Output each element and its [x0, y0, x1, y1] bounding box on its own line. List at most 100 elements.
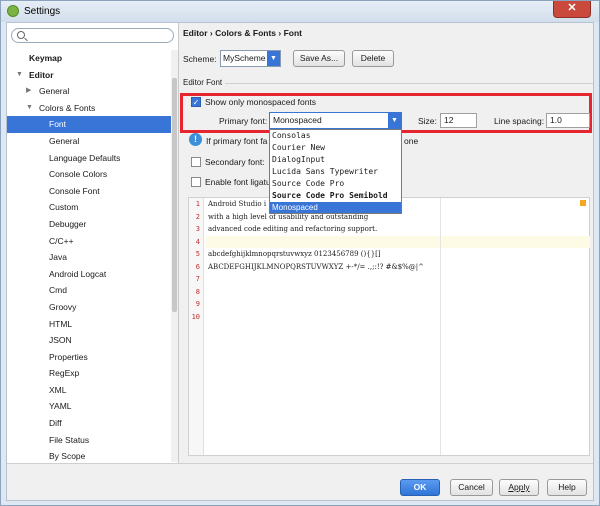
sidebar-item[interactable]: ▼ Editor [7, 67, 171, 84]
fallback-info-text-end: one [404, 136, 419, 146]
right-margin-guide [440, 198, 441, 455]
code-line: advanced code editing and refactoring su… [208, 225, 378, 233]
sidebar-item[interactable]: File Status [7, 432, 171, 449]
chevron-down-icon[interactable]: ▼ [388, 113, 401, 128]
sidebar-item[interactable]: Groovy [7, 299, 171, 316]
monospaced-label: Show only monospaced fonts [205, 97, 317, 107]
preview-code: Android Studio i with a high level of usa… [206, 198, 590, 323]
dialog-body: Keymap ▼ Editor ▶ General ▼ Colors & Fonts Font… [6, 22, 594, 501]
line-spacing-label: Line spacing: [494, 116, 545, 126]
settings-sidebar: Keymap ▼ Editor ▶ General ▼ Colors & Fonts Font… [7, 23, 179, 463]
scheme-value: MyScheme [223, 53, 266, 63]
sidebar-item-label: Java [49, 252, 67, 263]
sidebar-item-label: File Status [49, 434, 90, 445]
size-field[interactable]: 12 [440, 113, 477, 128]
sidebar-item[interactable]: Custom [7, 199, 171, 216]
sidebar-item[interactable]: HTML [7, 316, 171, 333]
search-field[interactable] [11, 28, 174, 43]
font-preview-editor[interactable]: 1 2 3 4 5 6 7 8 9 10 Android Studio i with a high … [188, 197, 590, 456]
font-option[interactable]: Source Code Pro [270, 178, 401, 190]
sidebar-item-label: RegExp [49, 368, 80, 379]
sidebar-item[interactable]: JSON [7, 332, 171, 349]
sidebar-item-label: Groovy [49, 301, 77, 312]
code-line [206, 235, 590, 248]
primary-font-select[interactable]: Monospaced ▼ [269, 112, 402, 129]
sidebar-item-label: JSON [49, 335, 72, 346]
sidebar-item[interactable]: Console Font [7, 183, 171, 200]
search-icon [17, 31, 25, 39]
expand-arrow-icon[interactable]: ▼ [16, 67, 23, 84]
secondary-font-label: Secondary font: [205, 157, 265, 167]
sidebar-item-label: Console Font [49, 185, 100, 196]
scheme-label: Scheme: [183, 54, 217, 64]
line-number: 3 [195, 225, 200, 233]
sidebar-item[interactable]: ▼ Colors & Fonts [7, 100, 171, 117]
sidebar-item[interactable]: Properties [7, 349, 171, 366]
sidebar-item[interactable]: Language Defaults [7, 150, 171, 167]
sidebar-item[interactable]: RegExp [7, 365, 171, 382]
ok-button[interactable]: OK [400, 479, 440, 496]
line-number: 1 [195, 200, 200, 208]
sidebar-item[interactable]: Java [7, 249, 171, 266]
sidebar-item[interactable]: YAML [7, 398, 171, 415]
sidebar-item[interactable]: Console Colors [7, 166, 171, 183]
ligatures-label: Enable font ligatu [205, 177, 271, 187]
ligatures-checkbox[interactable] [191, 177, 201, 187]
sidebar-item[interactable]: XML [7, 382, 171, 399]
line-number: 5 [195, 250, 200, 258]
sidebar-item[interactable]: Cmd [7, 282, 171, 299]
font-option[interactable]: Courier New [270, 142, 401, 154]
collapse-arrow-icon[interactable]: ▶ [26, 83, 31, 100]
dialog-footer: OK Cancel Apply Help [7, 463, 593, 500]
size-label: Size: [418, 116, 437, 126]
font-option[interactable]: Lucida Sans Typewriter [270, 166, 401, 178]
font-option[interactable]: Monospaced [270, 202, 401, 213]
secondary-font-checkbox[interactable] [191, 157, 201, 167]
monospaced-checkbox[interactable]: ✓ [191, 97, 201, 107]
sidebar-item[interactable]: Keymap [7, 50, 171, 67]
font-option[interactable]: Consolas [270, 130, 401, 142]
expand-arrow-icon[interactable]: ▼ [26, 100, 33, 117]
scrollbar-thumb[interactable] [172, 78, 177, 312]
apply-button[interactable]: Apply [499, 479, 539, 496]
sidebar-item[interactable]: General [7, 133, 171, 150]
sidebar-item-label: Colors & Fonts [39, 102, 96, 113]
sidebar-item-label: Android Logcat [49, 268, 107, 279]
chevron-down-icon[interactable]: ▼ [267, 51, 280, 66]
code-line: abcdefghijklmnopqrstuvwxyz 0123456789 ()… [208, 250, 381, 258]
delete-button[interactable]: Delete [352, 50, 394, 67]
sidebar-item[interactable]: ▶ General [7, 83, 171, 100]
code-line: ABCDEFGHIJKLMNOPQRSTUVWXYZ +-*/= .,;:!? … [208, 262, 425, 271]
error-stripe-marker [580, 200, 586, 206]
sidebar-item[interactable]: Diff [7, 415, 171, 432]
sidebar-item[interactable]: Font [7, 116, 171, 133]
scheme-select[interactable]: MyScheme ▼ [220, 50, 281, 67]
sidebar-item[interactable]: Debugger [7, 216, 171, 233]
sidebar-item-label: Custom [49, 202, 79, 213]
breadcrumb: Editor › Colors & Fonts › Font [183, 28, 302, 38]
sidebar-item-label: General [49, 135, 80, 146]
close-button[interactable]: ✕ [553, 1, 591, 18]
help-button[interactable]: Help [547, 479, 587, 496]
save-as-button[interactable]: Save As... [293, 50, 345, 67]
android-studio-icon [7, 5, 19, 17]
line-number-gutter: 1 2 3 4 5 6 7 8 9 10 [189, 198, 204, 455]
sidebar-scrollbar[interactable] [171, 50, 178, 462]
line-number: 7 [195, 275, 200, 283]
line-spacing-field[interactable]: 1.0 [546, 113, 590, 128]
search-input[interactable] [28, 30, 168, 41]
primary-font-value: Monospaced [273, 115, 322, 125]
line-number: 2 [195, 212, 200, 221]
cancel-button[interactable]: Cancel [450, 479, 493, 496]
sidebar-item-label: Font [49, 119, 67, 130]
sidebar-item-label: Language Defaults [49, 152, 121, 163]
sidebar-item[interactable]: Android Logcat [7, 266, 171, 283]
sidebar-item-label: Keymap [29, 53, 63, 63]
editor-font-section-title: Editor Font [183, 78, 223, 87]
font-option[interactable]: Source Code Pro Semibold [270, 190, 401, 202]
sidebar-item[interactable]: C/C++ [7, 233, 171, 250]
sidebar-item-label: General [39, 86, 70, 97]
sidebar-item-label: Editor [29, 69, 54, 80]
font-option[interactable]: DialogInput [270, 154, 401, 166]
settings-content: Editor › Colors & Fonts › Font Scheme: M… [180, 23, 594, 463]
